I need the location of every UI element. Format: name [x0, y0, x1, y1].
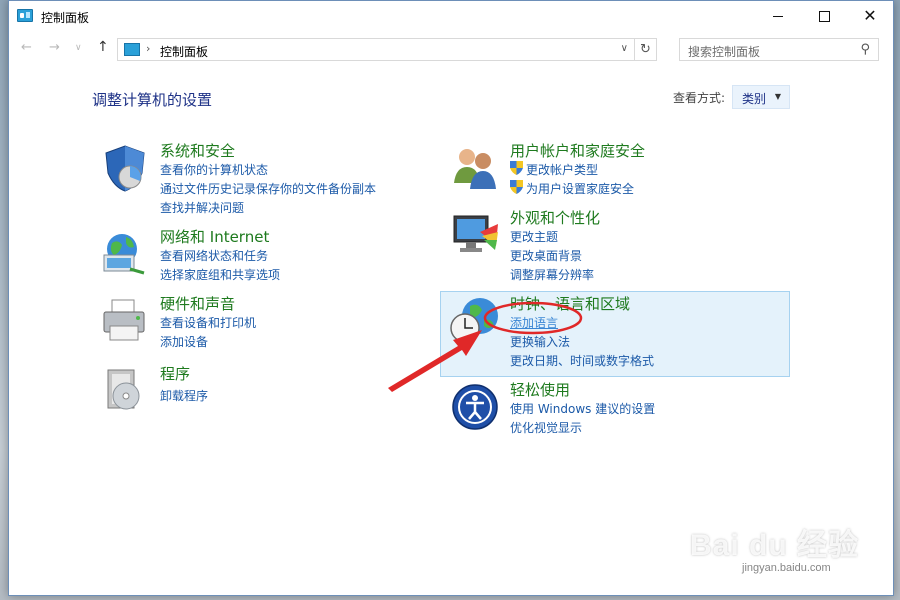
link-devices-printers[interactable]: 查看设备和打印机 — [160, 314, 256, 331]
uac-shield-icon — [510, 180, 523, 194]
navigation-bar: ← → ∨ ↑ › 控制面板 ∨ ↻ 搜索控制面板 ⚲ — [9, 34, 893, 64]
programs-disc-icon[interactable] — [100, 366, 150, 416]
monitor-palette-icon[interactable] — [450, 210, 500, 260]
refresh-icon[interactable]: ↻ — [634, 39, 656, 60]
recent-locations-chevron-icon[interactable]: ∨ — [75, 43, 82, 53]
link-file-history-backup[interactable]: 通过文件历史记录保存你的文件备份副本 — [160, 180, 376, 197]
category-title[interactable]: 外观和个性化 — [510, 207, 600, 228]
maximize-icon — [818, 10, 830, 22]
link-optimize-display[interactable]: 优化视觉显示 — [510, 419, 582, 436]
category-title[interactable]: 时钟、语言和区域 — [510, 293, 630, 314]
category-title[interactable]: 轻松使用 — [510, 379, 570, 400]
watermark-brand: Bai du 经验 — [690, 529, 860, 562]
category-title[interactable]: 程序 — [160, 363, 190, 384]
breadcrumb-chevron-icon[interactable]: › — [146, 42, 150, 55]
minimize-button[interactable] — [755, 1, 801, 31]
title-bar[interactable]: 控制面板 ✕ — [9, 1, 893, 32]
link-network-status[interactable]: 查看网络状态和任务 — [160, 247, 268, 264]
link-add-device[interactable]: 添加设备 — [160, 333, 208, 350]
link-troubleshoot[interactable]: 查找并解决问题 — [160, 199, 244, 216]
control-panel-icon — [17, 9, 33, 22]
link-uninstall-program[interactable]: 卸载程序 — [160, 387, 208, 404]
link-change-input-method[interactable]: 更换输入法 — [510, 333, 570, 350]
maximize-button[interactable] — [801, 1, 847, 31]
category-title[interactable]: 系统和安全 — [160, 140, 235, 161]
link-change-desktop-background[interactable]: 更改桌面背景 — [510, 247, 582, 264]
back-arrow-icon[interactable]: ← — [21, 40, 32, 55]
link-change-theme[interactable]: 更改主题 — [510, 228, 558, 245]
link-change-date-time-format[interactable]: 更改日期、时间或数字格式 — [510, 352, 654, 369]
uac-shield-icon — [510, 161, 523, 175]
close-icon: ✕ — [863, 6, 877, 25]
clock-globe-icon[interactable] — [450, 296, 500, 346]
breadcrumb-item[interactable]: 控制面板 — [160, 43, 208, 60]
ease-of-access-icon[interactable] — [450, 382, 500, 432]
page-title: 调整计算机的设置 — [92, 91, 213, 109]
baidu-jingyan-watermark: Bai du 经验 jingyan.baidu.com — [690, 500, 870, 580]
link-recommended-settings[interactable]: 使用 Windows 建议的设置 — [510, 400, 655, 417]
chevron-down-icon[interactable]: ∨ — [621, 43, 628, 54]
users-icon[interactable] — [450, 143, 500, 193]
close-button[interactable]: ✕ — [847, 1, 893, 31]
view-by-dropdown[interactable]: 类别 ▼ — [732, 85, 790, 109]
category-title[interactable]: 用户帐户和家庭安全 — [510, 140, 645, 161]
watermark-url: jingyan.baidu.com — [742, 562, 831, 574]
window-title: 控制面板 — [41, 11, 90, 25]
view-by-label: 查看方式: — [673, 91, 726, 105]
search-icon[interactable]: ⚲ — [860, 42, 870, 57]
link-family-safety[interactable]: 为用户设置家庭安全 — [526, 180, 634, 197]
up-arrow-icon[interactable]: ↑ — [97, 39, 109, 55]
network-globe-icon[interactable] — [100, 229, 150, 279]
link-change-account-type[interactable]: 更改帐户类型 — [526, 161, 598, 178]
forward-arrow-icon[interactable]: → — [49, 40, 60, 55]
shield-icon[interactable] — [100, 143, 150, 193]
link-add-language[interactable]: 添加语言 — [510, 314, 558, 331]
search-input[interactable]: 搜索控制面板 ⚲ — [679, 38, 879, 61]
printer-icon[interactable] — [100, 296, 150, 346]
control-panel-icon — [124, 43, 140, 56]
minimize-icon — [773, 15, 783, 17]
link-homegroup-sharing[interactable]: 选择家庭组和共享选项 — [160, 266, 280, 283]
view-by-value: 类别 — [742, 92, 767, 106]
address-bar[interactable]: › 控制面板 ∨ ↻ — [117, 38, 657, 61]
chevron-down-icon: ▼ — [774, 92, 781, 101]
link-view-computer-status[interactable]: 查看你的计算机状态 — [160, 161, 268, 178]
search-placeholder: 搜索控制面板 — [688, 45, 761, 59]
category-title[interactable]: 网络和 Internet — [160, 226, 269, 247]
link-adjust-resolution[interactable]: 调整屏幕分辨率 — [510, 266, 594, 283]
category-title[interactable]: 硬件和声音 — [160, 293, 235, 314]
